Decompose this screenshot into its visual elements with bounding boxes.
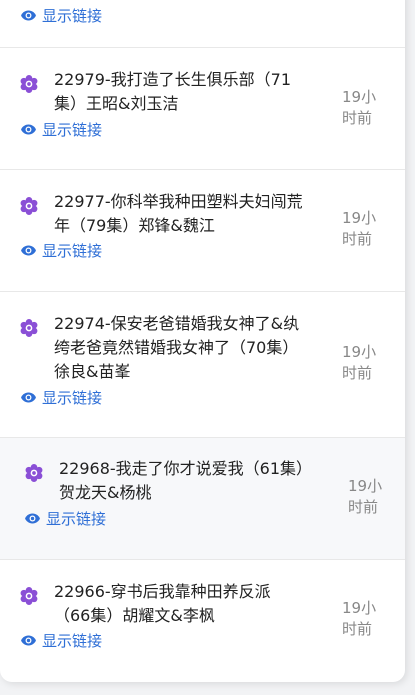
show-link-button[interactable]: 显示链接 bbox=[24, 508, 106, 529]
show-link-button[interactable]: 显示链接 bbox=[20, 5, 102, 26]
item-time: 19小时前 bbox=[342, 343, 377, 382]
show-link-label: 显示链接 bbox=[46, 510, 107, 528]
flower-icon bbox=[25, 464, 43, 482]
flower-icon bbox=[20, 319, 38, 337]
show-link-button[interactable]: 显示链接 bbox=[20, 387, 102, 408]
show-link-label: 显示链接 bbox=[42, 7, 103, 25]
list-item: 22966-穿书后我靠种田养反派（66集）胡耀文&李枫 19小时前 显示链接 bbox=[0, 560, 405, 682]
list-item: 22968-我走了你才说爱我（61集）贺龙天&杨桃 19小时前 显示链接 bbox=[0, 438, 405, 560]
show-link-button[interactable]: 显示链接 bbox=[20, 630, 102, 651]
list-item: 22977-你科举我种田塑料夫妇闯荒年（79集）郑锋&魏江 19小时前 显示链接 bbox=[0, 170, 405, 292]
show-link-button[interactable]: 显示链接 bbox=[20, 240, 102, 261]
item-time: 19小时前 bbox=[342, 209, 377, 248]
item-title[interactable]: 22979-我打造了长生俱乐部（71集）王昭&刘玉洁 bbox=[54, 68, 304, 116]
item-time: 19小时前 bbox=[348, 477, 383, 516]
show-link-label: 显示链接 bbox=[42, 121, 103, 139]
eye-icon bbox=[25, 513, 40, 524]
show-link-label: 显示链接 bbox=[42, 389, 103, 407]
list-item: 22974-保安老爸错婚我女神了&纨绔老爸竟然错婚我女神了（70集）徐良&苗峯 … bbox=[0, 292, 405, 438]
page: 显示链接 22979-我打造了长生俱乐部（71集）王昭&刘玉洁 19小时前 显示… bbox=[0, 0, 415, 695]
eye-icon bbox=[21, 124, 36, 135]
show-link-label: 显示链接 bbox=[42, 632, 103, 650]
flower-icon bbox=[20, 587, 38, 605]
item-title[interactable]: 22977-你科举我种田塑料夫妇闯荒年（79集）郑锋&魏江 bbox=[54, 190, 304, 238]
item-time: 19小时前 bbox=[342, 599, 377, 638]
show-link-button[interactable]: 显示链接 bbox=[20, 119, 102, 140]
list-item: 22979-我打造了长生俱乐部（71集）王昭&刘玉洁 19小时前 显示链接 bbox=[0, 48, 405, 170]
eye-icon bbox=[21, 245, 36, 256]
item-time: 19小时前 bbox=[342, 88, 377, 127]
show-link-label: 显示链接 bbox=[42, 242, 103, 260]
eye-icon bbox=[21, 10, 36, 21]
item-title[interactable]: 22966-穿书后我靠种田养反派（66集）胡耀文&李枫 bbox=[54, 580, 304, 628]
list-item: 显示链接 bbox=[0, 0, 405, 48]
eye-icon bbox=[21, 635, 36, 646]
item-title[interactable]: 22974-保安老爸错婚我女神了&纨绔老爸竟然错婚我女神了（70集）徐良&苗峯 bbox=[54, 312, 304, 384]
eye-icon bbox=[21, 392, 36, 403]
resource-list-card: 显示链接 22979-我打造了长生俱乐部（71集）王昭&刘玉洁 19小时前 显示… bbox=[0, 0, 405, 682]
item-title[interactable]: 22968-我走了你才说爱我（61集）贺龙天&杨桃 bbox=[59, 457, 309, 505]
flower-icon bbox=[20, 197, 38, 215]
flower-icon bbox=[20, 75, 38, 93]
